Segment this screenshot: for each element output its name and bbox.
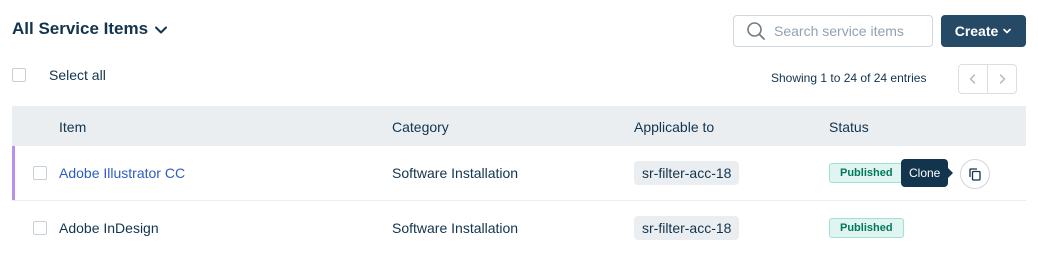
chevron-left-icon bbox=[969, 74, 976, 84]
entries-count: Showing 1 to 24 of 24 entries bbox=[771, 71, 927, 85]
column-header-status[interactable]: Status bbox=[829, 119, 869, 135]
create-button[interactable]: Create bbox=[941, 15, 1026, 47]
clone-button[interactable] bbox=[960, 159, 990, 189]
column-header-item[interactable]: Item bbox=[59, 119, 86, 135]
row-checkbox[interactable] bbox=[33, 166, 47, 180]
item-name-link[interactable]: Adobe Illustrator CC bbox=[59, 165, 185, 181]
clone-icon bbox=[969, 168, 981, 181]
status-badge: Published bbox=[829, 163, 904, 183]
previous-page-button[interactable] bbox=[959, 65, 987, 93]
table-header: Item Category Applicable to Status bbox=[12, 106, 1026, 146]
item-category: Software Installation bbox=[392, 165, 519, 181]
column-header-applicable-to[interactable]: Applicable to bbox=[634, 119, 714, 135]
search-box[interactable] bbox=[733, 15, 933, 47]
column-header-category[interactable]: Category bbox=[392, 119, 449, 135]
pagination bbox=[958, 64, 1017, 94]
page-title: All Service Items bbox=[12, 19, 149, 38]
status-badge: Published bbox=[829, 218, 904, 238]
table-row[interactable]: Adobe Illustrator CC Software Installati… bbox=[12, 146, 1026, 201]
row-checkbox[interactable] bbox=[33, 221, 47, 235]
next-page-button[interactable] bbox=[987, 65, 1016, 93]
search-icon bbox=[746, 21, 766, 41]
select-all-label: Select all bbox=[49, 67, 106, 83]
view-selector[interactable]: All Service Items bbox=[12, 19, 168, 39]
service-items-page: All Service Items Create Select all Show… bbox=[0, 0, 1038, 254]
chevron-right-icon bbox=[999, 74, 1006, 84]
search-input[interactable] bbox=[774, 23, 924, 39]
select-all-row: Select all bbox=[12, 67, 106, 83]
item-name[interactable]: Adobe InDesign bbox=[59, 220, 159, 236]
applicable-to-tag: sr-filter-acc-18 bbox=[634, 216, 740, 240]
clone-tooltip: Clone bbox=[901, 159, 954, 187]
create-button-label: Create bbox=[954, 23, 999, 39]
select-all-checkbox[interactable] bbox=[12, 68, 26, 82]
item-category: Software Installation bbox=[392, 220, 519, 236]
chevron-down-icon bbox=[155, 26, 168, 33]
chevron-down-icon bbox=[1003, 28, 1012, 34]
table-row[interactable]: Adobe InDesign Software Installation sr-… bbox=[12, 201, 1026, 254]
applicable-to-tag: sr-filter-acc-18 bbox=[634, 161, 740, 185]
service-items-table: Item Category Applicable to Status Adobe… bbox=[12, 106, 1026, 254]
